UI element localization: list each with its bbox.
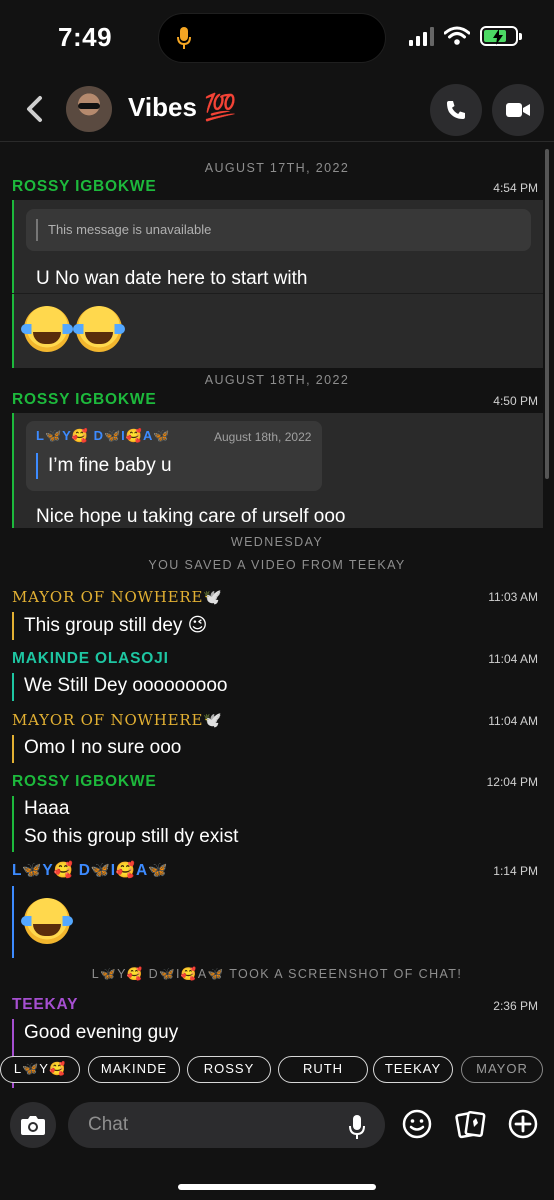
message-time: 12:04 PM (486, 775, 538, 789)
message-sender[interactable]: MAYOR OF NOWHERE🕊️ (12, 711, 223, 729)
message-bubble[interactable]: Haaa So this group still dy exist (12, 796, 543, 852)
mention-chip[interactable]: MAYOR (461, 1056, 543, 1083)
mention-chip[interactable]: TEEKAY (373, 1056, 453, 1083)
microphone-indicator-icon (177, 27, 191, 49)
mention-suggestions: L🦋Y🥰 MAKINDE ROSSY RUTH TEEKAY MAYOR (0, 1056, 554, 1084)
plus-circle-icon[interactable] (507, 1108, 539, 1140)
camera-button[interactable] (10, 1102, 56, 1148)
message-sender[interactable]: TEEKAY (12, 996, 78, 1014)
composer-bar: Chat (0, 1090, 554, 1200)
message-sender[interactable]: L🦋Y🥰 D🦋I🥰A🦋 (12, 861, 168, 880)
scrollbar[interactable] (545, 149, 549, 479)
laughing-emoji-icon (21, 306, 73, 352)
home-indicator[interactable] (178, 1184, 376, 1190)
chat-title[interactable]: Vibes 💯 (128, 92, 237, 123)
message-text: So this group still dy exist (24, 826, 239, 847)
status-time: 7:49 (58, 22, 113, 52)
message-bubble[interactable]: This message is unavailable U No wan dat… (12, 200, 543, 368)
mention-chip[interactable]: L🦋Y🥰 (0, 1056, 80, 1083)
quoted-message[interactable]: This message is unavailable (26, 209, 531, 251)
group-avatar[interactable] (66, 86, 112, 132)
mention-chip[interactable]: MAKINDE (88, 1056, 180, 1083)
quoted-message[interactable]: L🦋Y🥰 D🦋I🥰A🦋 August 18th, 2022 I’m fine b… (26, 421, 322, 491)
message-time: 11:03 AM (488, 590, 538, 604)
emoji-message (21, 306, 128, 357)
date-separator: AUGUST 17TH, 2022 (204, 161, 350, 175)
message-text: We Still Dey ooooooooo (24, 675, 228, 696)
message-sender[interactable]: MAKINDE OLASOJI (12, 650, 169, 668)
message-bubble[interactable] (12, 886, 543, 958)
back-arrow-icon[interactable] (20, 92, 50, 126)
video-camera-icon (506, 103, 530, 117)
message-text: This group still dey 😉 (24, 615, 208, 636)
message-text: Omo I no sure ooo (24, 737, 182, 758)
message-time: 11:04 AM (488, 714, 538, 728)
quoted-sender: L🦋Y🥰 D🦋I🥰A🦋 (36, 428, 171, 443)
chat-input[interactable]: Chat (68, 1102, 385, 1148)
cards-icon[interactable] (454, 1108, 486, 1140)
message-time: 1:14 PM (493, 864, 538, 878)
status-icons (409, 26, 522, 46)
camera-icon (21, 1116, 45, 1135)
signal-icon (409, 26, 434, 46)
phone-icon (447, 101, 465, 119)
message-sender[interactable]: ROSSY IGBOKWE (12, 391, 156, 409)
mention-chip[interactable]: ROSSY (187, 1056, 271, 1083)
date-separator: WEDNESDAY (230, 535, 324, 549)
microphone-icon[interactable] (348, 1114, 366, 1140)
quoted-message-text: I’m fine baby u (48, 455, 172, 476)
system-notice: YOU SAVED A VIDEO FROM TEEKAY (148, 558, 406, 572)
mention-chip[interactable]: RUTH (278, 1056, 368, 1083)
message-text: Good evening guy (24, 1022, 179, 1043)
message-text: Haaa (24, 798, 70, 819)
message-sender[interactable]: ROSSY IGBOKWE (12, 773, 156, 791)
message-time: 4:50 PM (493, 394, 538, 408)
message-time: 2:36 PM (493, 999, 538, 1013)
dynamic-island (158, 13, 386, 63)
chat-feed[interactable]: AUGUST 17TH, 2022 ROSSY IGBOKWE 4:54 PM … (0, 143, 554, 1088)
message-text: U No wan date here to start with (36, 268, 308, 289)
message-bubble[interactable]: L🦋Y🥰 D🦋I🥰A🦋 August 18th, 2022 I’m fine b… (12, 413, 543, 528)
laughing-emoji-icon (21, 898, 73, 944)
status-bar: 7:49 (0, 0, 554, 78)
date-separator: AUGUST 18TH, 2022 (204, 373, 350, 387)
video-call-button[interactable] (492, 84, 544, 136)
message-time: 4:54 PM (493, 181, 538, 195)
system-notice: L🦋Y🥰 D🦋I🥰A🦋 TOOK A SCREENSHOT OF CHAT! (91, 967, 463, 981)
message-bubble[interactable]: Omo I no sure ooo (12, 735, 543, 763)
message-bubble[interactable]: We Still Dey ooooooooo (12, 673, 543, 701)
message-text: Nice hope u taking care of urself ooo (36, 506, 346, 527)
chat-header: Vibes 💯 (0, 78, 554, 142)
message-sender[interactable]: ROSSY IGBOKWE (12, 178, 156, 196)
message-sender[interactable]: MAYOR OF NOWHERE🕊️ (12, 588, 223, 606)
voice-call-button[interactable] (430, 84, 482, 136)
emoji-message (21, 898, 76, 949)
message-bubble[interactable]: This group still dey 😉 (12, 612, 543, 640)
battery-icon (480, 26, 522, 46)
message-time: 11:04 AM (488, 652, 538, 666)
quoted-date: August 18th, 2022 (214, 430, 312, 444)
quoted-message-text: This message is unavailable (48, 222, 212, 237)
laughing-emoji-icon (73, 306, 125, 352)
smiley-icon[interactable] (401, 1108, 433, 1140)
wifi-icon (444, 26, 470, 45)
